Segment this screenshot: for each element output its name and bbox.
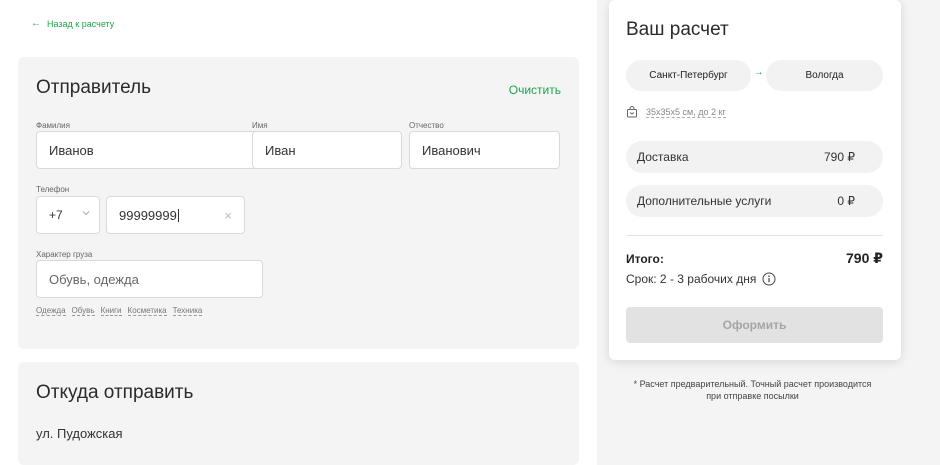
- calc-note: * Расчет предварительный. Точный расчет …: [633, 379, 872, 401]
- city-from: Санкт-Петербург: [626, 60, 751, 91]
- phone-code-value: +7: [49, 208, 63, 222]
- phone-label: Телефон: [36, 185, 70, 194]
- text-caret: [177, 208, 179, 222]
- from-card: Откуда отправить ул. Пудожская: [18, 362, 579, 465]
- package-icon: [627, 106, 637, 118]
- lastname-value: Иванов: [49, 142, 94, 158]
- phone-code-select[interactable]: +7: [36, 196, 100, 234]
- delivery-price: 790 ₽: [824, 150, 855, 164]
- extra-services-label: Дополнительные услуги: [637, 194, 772, 208]
- cargo-label: Характер груза: [36, 250, 93, 259]
- package-size: 35х35х5 см, до 2 кг: [646, 106, 726, 118]
- extra-services-row: Дополнительные услуги 0 ₽: [626, 185, 883, 217]
- lastname-input[interactable]: Иванов: [36, 131, 263, 169]
- from-title: Откуда отправить: [36, 382, 194, 403]
- delivery-row: Доставка 790 ₽: [626, 141, 883, 173]
- total-label: Итого:: [626, 252, 664, 266]
- arrow-left-icon: ←: [31, 18, 41, 29]
- calc-title: Ваш расчет: [626, 19, 729, 40]
- phone-number-input[interactable]: 99999999 ×: [106, 196, 245, 234]
- clear-phone-icon[interactable]: ×: [224, 208, 232, 223]
- cargo-tag-cosmetics[interactable]: Косметика: [127, 306, 167, 316]
- firstname-input[interactable]: Иван: [252, 131, 402, 169]
- cargo-tag-clothes[interactable]: Одежда: [36, 306, 66, 316]
- sender-card: Отправитель Очистить Фамилия Иванов Имя …: [18, 57, 579, 349]
- back-to-calc-link[interactable]: ← Назад к расчету: [31, 18, 114, 29]
- divider: [626, 235, 883, 236]
- cargo-tag-shoes[interactable]: Обувь: [71, 306, 95, 316]
- cargo-tag-books[interactable]: Книги: [100, 306, 122, 316]
- patronymic-label: Отчество: [409, 121, 444, 130]
- cargo-placeholder: Обувь, одежда: [49, 271, 139, 287]
- firstname-label: Имя: [252, 121, 268, 130]
- chevron-down-icon: [82, 211, 90, 216]
- delivery-term: Срок: 2 - 3 рабочих дня: [626, 272, 776, 286]
- total-value: 790 ₽: [846, 250, 883, 266]
- delivery-label: Доставка: [637, 150, 689, 164]
- sender-title: Отправитель: [36, 77, 152, 98]
- cargo-tags: Одежда Обувь Книги Косметика Техника: [36, 306, 203, 316]
- extra-services-price: 0 ₽: [837, 194, 855, 208]
- delivery-term-text: Срок: 2 - 3 рабочих дня: [626, 272, 757, 286]
- cargo-tag-electronics[interactable]: Техника: [172, 306, 203, 316]
- patronymic-input[interactable]: Иванович: [409, 131, 560, 169]
- info-icon[interactable]: [762, 272, 776, 286]
- city-to: Вологда: [766, 60, 883, 91]
- package-info[interactable]: 35х35х5 см, до 2 кг: [626, 106, 726, 118]
- calc-panel: Ваш расчет Санкт-Петербург → Вологда 35х…: [609, 0, 901, 360]
- back-link-label: Назад к расчету: [47, 18, 115, 29]
- from-address[interactable]: ул. Пудожская: [36, 426, 123, 441]
- patronymic-value: Иванович: [422, 142, 481, 158]
- cargo-input[interactable]: Обувь, одежда: [36, 260, 263, 298]
- order-button[interactable]: Оформить: [626, 307, 883, 343]
- arrow-right-icon: →: [753, 67, 764, 78]
- clear-button[interactable]: Очистить: [509, 83, 561, 97]
- phone-number-value: 99999999: [119, 207, 177, 223]
- lastname-label: Фамилия: [36, 121, 70, 130]
- firstname-value: Иван: [265, 142, 296, 158]
